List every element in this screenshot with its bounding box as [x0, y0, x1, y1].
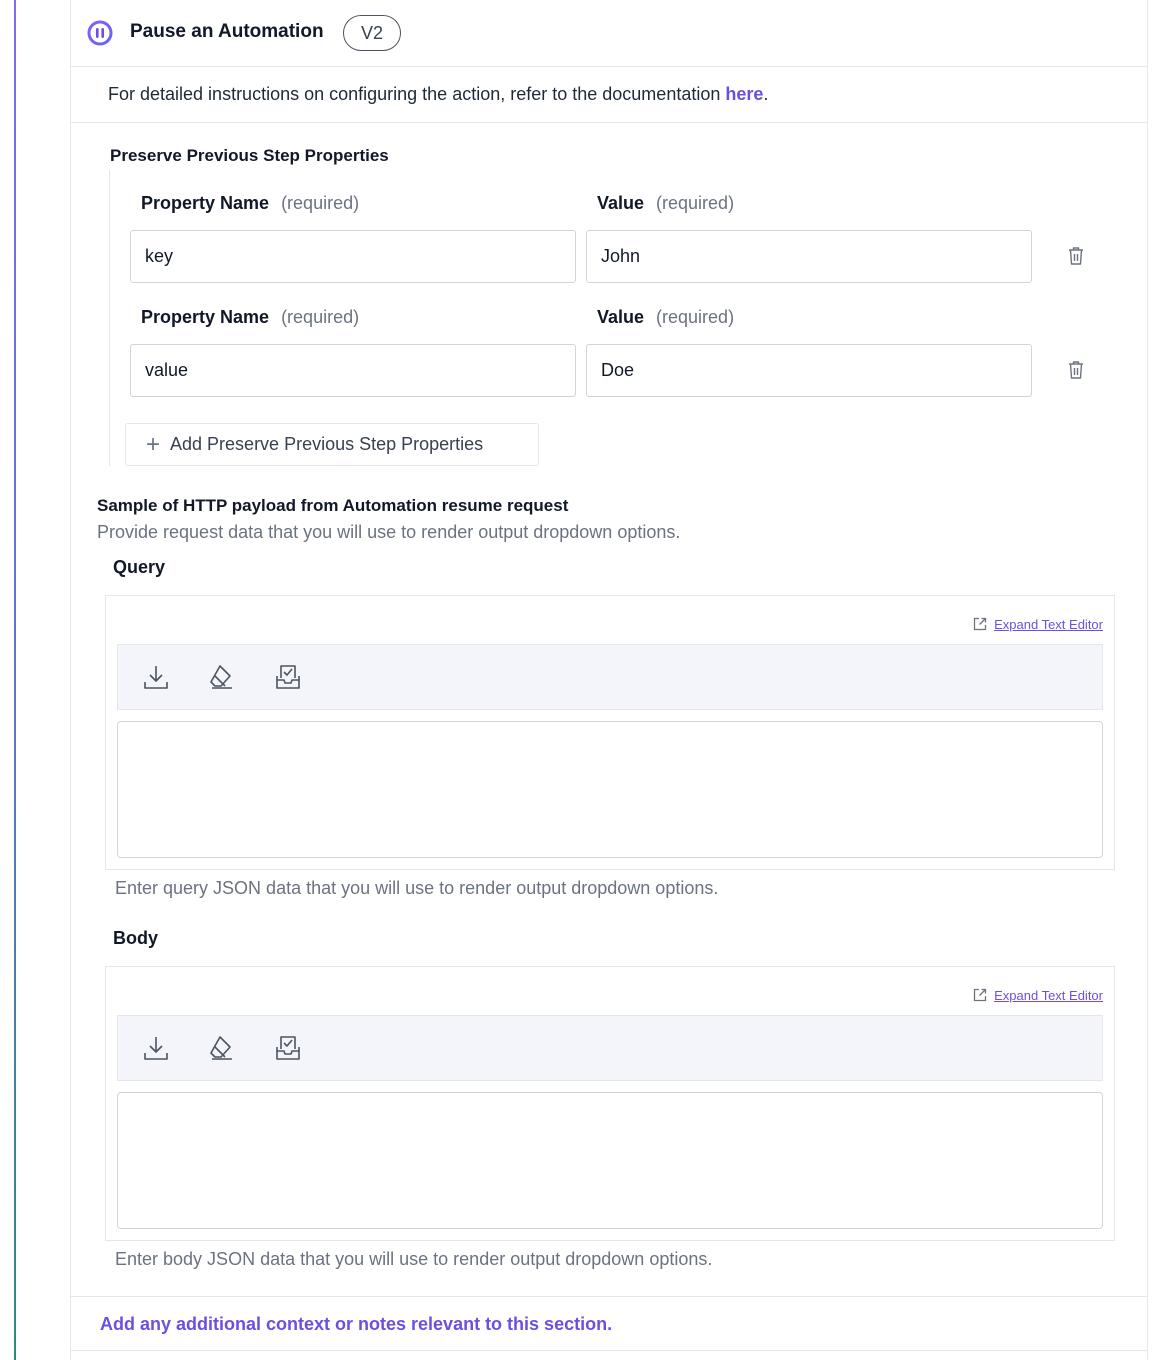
property-name-input[interactable] [130, 230, 576, 283]
required-marker: (required) [656, 193, 735, 213]
expand-text-editor-link[interactable]: Expand Text Editor [972, 987, 1103, 1003]
body-editor: Expand Text Editor [105, 966, 1115, 1241]
add-property-label: Add Preserve Previous Step Properties [170, 434, 484, 454]
pause-circle-icon [87, 20, 113, 46]
trash-icon[interactable] [1067, 246, 1085, 266]
query-hint: Enter query JSON data that you will use … [115, 878, 719, 898]
body-json-textarea[interactable] [117, 1092, 1103, 1229]
documentation-link[interactable]: here [725, 84, 763, 104]
query-editor: Expand Text Editor [105, 595, 1115, 870]
external-link-icon [973, 617, 987, 631]
divider [71, 1350, 1147, 1351]
property-name-label-text: Property Name [141, 193, 270, 213]
add-property-button[interactable]: + Add Preserve Previous Step Properties [125, 423, 539, 466]
divider [71, 1296, 1147, 1297]
page-title: Pause an Automation [130, 21, 324, 42]
property-value-input[interactable] [586, 344, 1032, 397]
query-label: Query [113, 557, 166, 577]
required-marker: (required) [281, 307, 360, 327]
version-badge[interactable]: V2 [343, 15, 401, 51]
value-label-text: Value [597, 193, 645, 213]
value-label-text: Value [597, 307, 645, 327]
body-label: Body [113, 928, 158, 948]
expand-text-editor-label: Expand Text Editor [994, 616, 1103, 632]
value-label: Value (required) [597, 307, 734, 328]
editor-toolbar [117, 1015, 1103, 1081]
action-card: Pause an Automation V2 For detailed inst… [70, 0, 1148, 1360]
add-notes-link[interactable]: Add any additional context or notes rele… [100, 1314, 612, 1335]
validate-inbox-icon[interactable] [273, 1033, 303, 1063]
sample-payload-title: Sample of HTTP payload from Automation r… [97, 496, 569, 515]
documentation-suffix: . [763, 84, 769, 104]
plus-icon: + [146, 430, 161, 458]
editor-toolbar [117, 644, 1103, 710]
property-value-input[interactable] [586, 230, 1032, 283]
sample-payload-description: Provide request data that you will use t… [97, 522, 681, 542]
query-json-textarea[interactable] [117, 721, 1103, 858]
eraser-icon[interactable] [207, 662, 237, 692]
property-name-label: Property Name (required) [141, 307, 359, 328]
external-link-icon [973, 988, 987, 1002]
divider [71, 122, 1147, 123]
group-indent-line [109, 170, 110, 466]
body-hint: Enter body JSON data that you will use t… [115, 1249, 713, 1269]
expand-text-editor-label: Expand Text Editor [994, 987, 1103, 1003]
required-marker: (required) [281, 193, 360, 213]
workflow-connector-line [14, 0, 16, 1360]
value-label: Value (required) [597, 193, 734, 214]
property-name-label: Property Name (required) [141, 193, 359, 214]
preserve-section-title: Preserve Previous Step Properties [110, 146, 389, 165]
documentation-text: For detailed instructions on configuring… [108, 84, 726, 104]
documentation-note: For detailed instructions on configuring… [108, 84, 768, 105]
validate-inbox-icon[interactable] [273, 662, 303, 692]
download-icon[interactable] [141, 662, 171, 692]
property-name-input[interactable] [130, 344, 576, 397]
trash-icon[interactable] [1067, 360, 1085, 380]
property-name-label-text: Property Name [141, 307, 270, 327]
expand-text-editor-link[interactable]: Expand Text Editor [972, 616, 1103, 632]
download-icon[interactable] [141, 1033, 171, 1063]
card-header: Pause an Automation V2 [71, 0, 1147, 67]
eraser-icon[interactable] [207, 1033, 237, 1063]
required-marker: (required) [656, 307, 735, 327]
